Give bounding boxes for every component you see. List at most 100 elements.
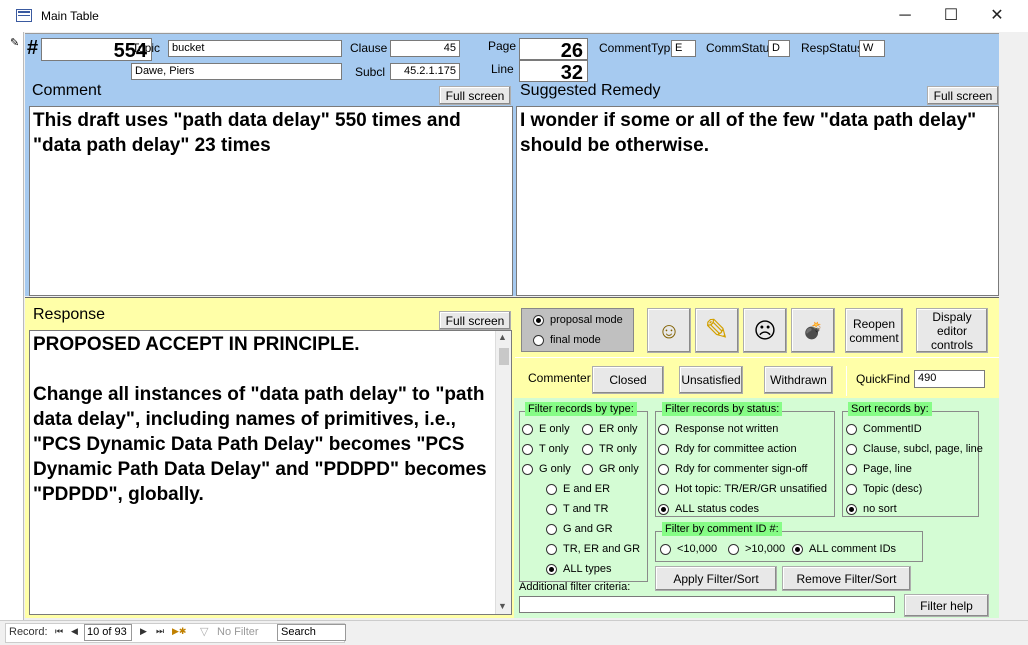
status-rdy-committee-label: Rdy for committee action [675,443,797,455]
reopen-comment-button[interactable]: Reopen comment [845,308,903,353]
scroll-up-icon[interactable]: ▲ [498,332,507,342]
unsatisfied-button[interactable]: Unsatisfied [679,366,743,394]
respstatus-field[interactable]: W [859,40,885,57]
radio-icon [846,423,857,435]
status-rdy-commenter-label: Rdy for commenter sign-off [675,463,808,475]
commenter-label: Commenter [528,371,591,385]
search-input[interactable]: Search [277,624,346,641]
response-scrollbar[interactable]: ▲ ▼ [495,331,511,614]
radio-icon [522,423,533,435]
status-all-codes-radio[interactable]: ALL status codes [658,503,759,515]
id-under-10000-radio[interactable]: <10,000 [660,543,717,555]
filter-er-only-radio[interactable]: ER only [582,423,638,435]
filter-tr-only-radio[interactable]: TR only [582,443,637,455]
mode-option-group: proposal mode final mode [521,308,634,352]
radio-icon [846,443,857,455]
line-field[interactable]: 32 [519,60,588,82]
response-text[interactable]: PROPOSED ACCEPT IN PRINCIPLE. Change all… [29,330,512,615]
close-button[interactable]: ✕ [974,0,1020,32]
minimize-button[interactable]: ─ [882,0,928,32]
no-filter-label[interactable]: No Filter [217,626,259,638]
filter-e-only-radio[interactable]: E only [522,423,570,435]
first-record-icon[interactable]: ⏮ [55,626,63,637]
comment-label: Comment [32,82,102,99]
radio-icon [533,334,544,346]
sort-commentid-radio[interactable]: CommentID [846,423,922,435]
scroll-thumb[interactable] [499,348,509,365]
filter-er-only-label: ER only [599,423,638,435]
status-response-not-written-radio[interactable]: Response not written [658,423,778,435]
pencil-button[interactable]: ✎ [695,308,739,353]
filter-all-types-radio[interactable]: ALL types [546,563,612,575]
commenter-name-field[interactable]: Dawe, Piers [131,63,342,80]
suggested-remedy-text[interactable]: I wonder if some or all of the few "data… [516,106,999,296]
response-fullscreen-button[interactable]: Full screen [439,311,511,330]
radio-icon [522,443,533,455]
sort-page-line-label: Page, line [863,463,912,475]
filter-g-and-gr-radio[interactable]: G and GR [546,523,613,535]
remedy-fullscreen-button[interactable]: Full screen [927,86,999,105]
sort-page-line-radio[interactable]: Page, line [846,463,912,475]
bomb-button[interactable]: 💣 [791,308,835,353]
proposal-mode-radio[interactable]: proposal mode [533,314,623,326]
record-number-input[interactable]: 10 of 93 [84,624,132,641]
filter-all-types-label: ALL types [563,563,612,575]
hash-label: # [27,37,39,59]
additional-criteria-label: Additional filter criteria: [519,581,631,593]
topic-field[interactable]: bucket [168,40,342,57]
respstatus-label: RespStatus [801,41,864,55]
maximize-button[interactable]: ☐ [928,0,974,32]
radio-icon [582,423,593,435]
record-selector-rail [0,32,24,620]
prev-record-icon[interactable]: ◀ [71,626,78,637]
smiley-button[interactable]: ☺ [647,308,691,353]
id-over-10000-radio[interactable]: >10,000 [728,543,785,555]
final-mode-radio[interactable]: final mode [533,334,601,346]
topic-label: Topic [132,41,161,55]
filter-t-and-tr-radio[interactable]: T and TR [546,503,608,515]
withdrawn-button[interactable]: Withdrawn [764,366,833,394]
radio-icon [658,483,669,495]
quickfind-input[interactable]: 490 [914,370,985,388]
suggested-remedy-label: Suggested Remedy [520,82,661,99]
remove-filter-button[interactable]: Remove Filter/Sort [782,566,911,591]
filter-tr-er-gr-label: TR, ER and GR [563,543,641,555]
additional-criteria-input[interactable] [519,596,895,613]
frown-button[interactable]: ☹ [743,308,787,353]
comment-fullscreen-button[interactable]: Full screen [439,86,511,105]
filter-g-and-gr-label: G and GR [563,523,613,535]
comment-text[interactable]: This draft uses "path data delay" 550 ti… [29,106,513,296]
filter-funnel-icon[interactable]: ▽ [200,625,208,638]
record-edit-pencil-icon[interactable]: ✎ [10,36,19,49]
filter-help-button[interactable]: Filter help [904,594,989,617]
id-over-10000-label: >10,000 [745,543,786,555]
filter-e-and-er-radio[interactable]: E and ER [546,483,610,495]
closed-button[interactable]: Closed [592,366,664,394]
id-all-radio[interactable]: ALL comment IDs [792,543,896,555]
filter-e-only-label: E only [539,423,570,435]
status-rdy-committee-radio[interactable]: Rdy for committee action [658,443,797,455]
radio-icon [546,523,557,535]
filter-t-only-radio[interactable]: T only [522,443,569,455]
commstatus-field[interactable]: D [768,40,790,57]
clause-field[interactable]: 45 [390,40,460,57]
filter-t-only-label: T only [539,443,569,455]
filter-gr-only-radio[interactable]: GR only [582,463,639,475]
apply-filter-button[interactable]: Apply Filter/Sort [655,566,777,591]
sort-topic-radio[interactable]: Topic (desc) [846,483,922,495]
page-field[interactable]: 26 [519,38,588,60]
radio-icon [846,463,857,475]
commenttype-field[interactable]: E [671,40,696,57]
last-record-icon[interactable]: ⏭ [156,626,164,637]
sort-none-radio[interactable]: no sort [846,503,897,515]
subcl-field[interactable]: 45.2.1.175 [390,63,460,80]
new-record-icon[interactable]: ▶✱ [172,626,186,637]
sort-clause-radio[interactable]: Clause, subcl, page, line [846,443,983,455]
status-rdy-commenter-radio[interactable]: Rdy for commenter sign-off [658,463,807,475]
scroll-down-icon[interactable]: ▼ [498,601,507,611]
filter-g-only-radio[interactable]: G only [522,463,571,475]
next-record-icon[interactable]: ▶ [140,626,147,637]
status-hot-topic-radio[interactable]: Hot topic: TR/ER/GR unsatified [658,483,827,495]
display-editor-controls-button[interactable]: Dispaly editor controls [916,308,988,353]
filter-tr-er-gr-radio[interactable]: TR, ER and GR [546,543,640,555]
